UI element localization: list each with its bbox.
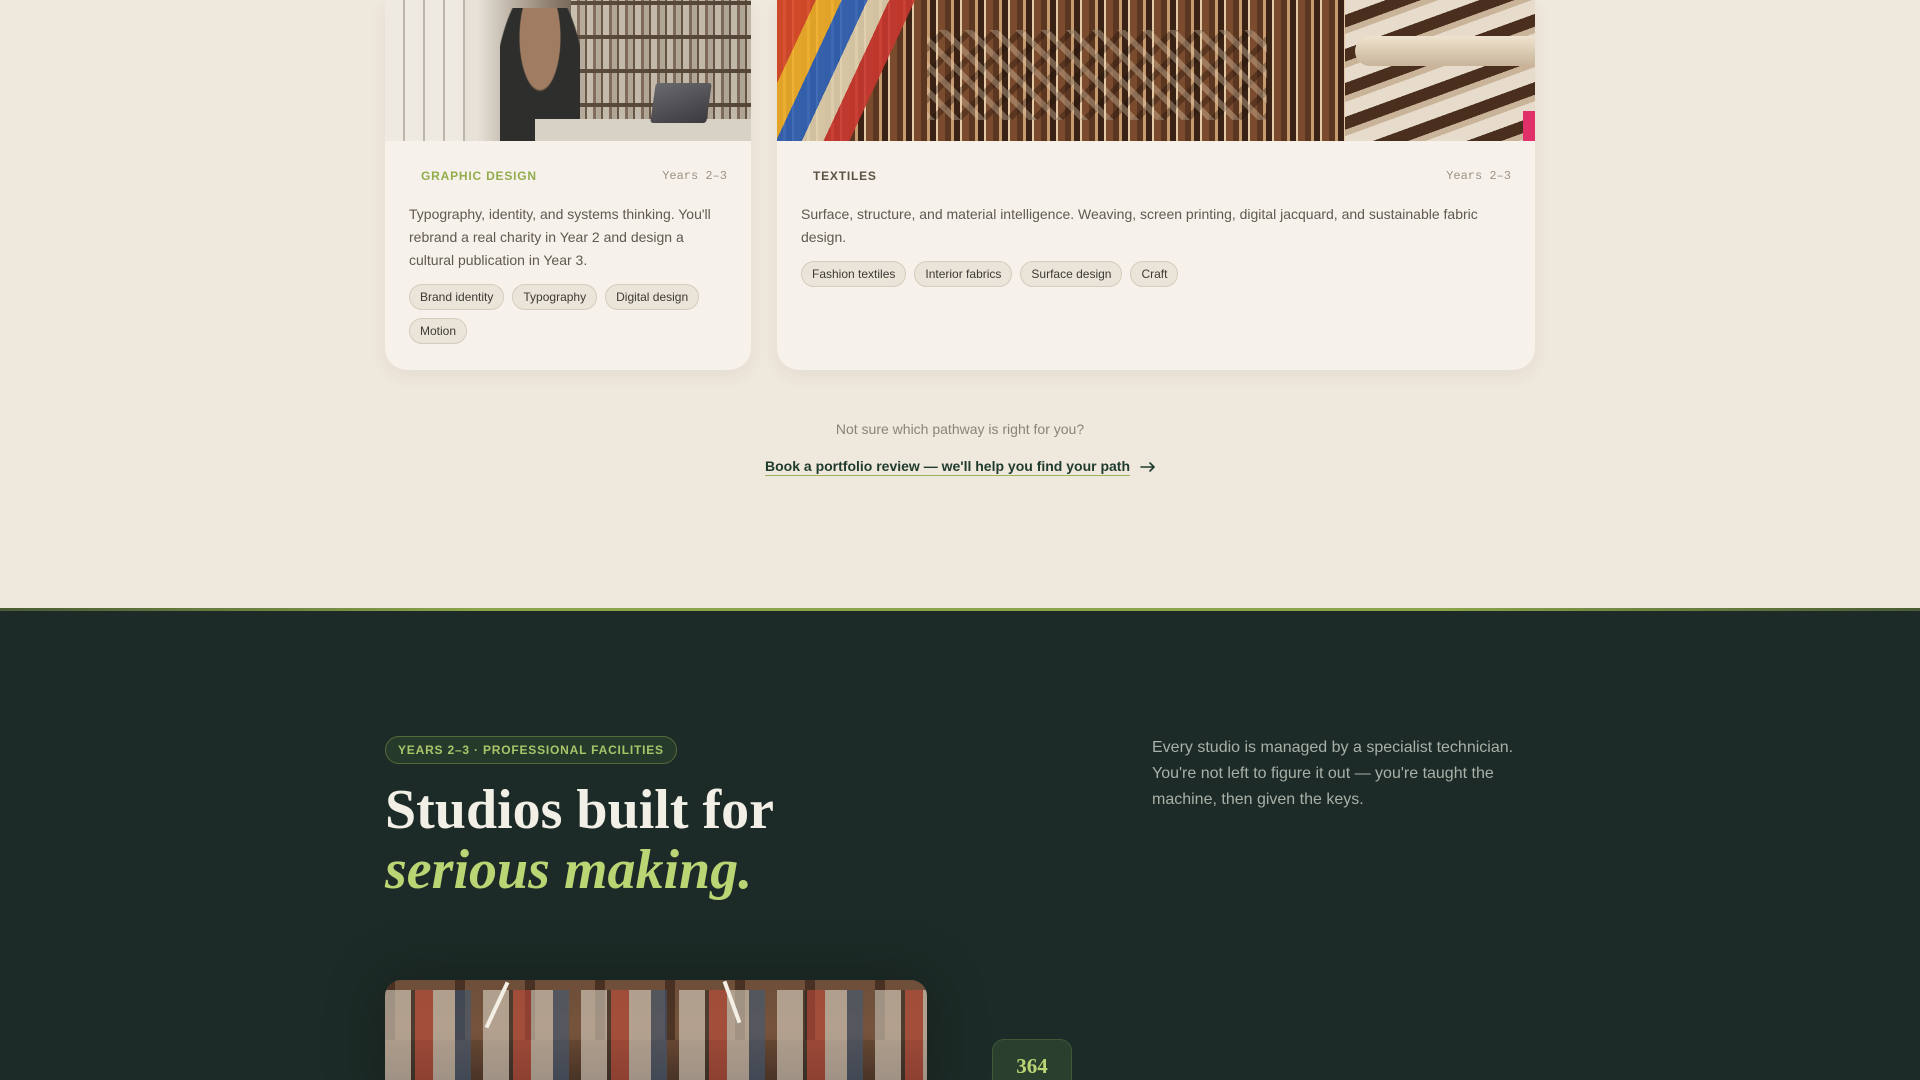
heading-line-1: Studios built for — [385, 779, 774, 841]
heading-line-2: serious making. — [385, 839, 753, 901]
pathway-description: Typography, identity, and systems thinki… — [409, 206, 711, 268]
pathway-pills: Fashion textiles Interior fabrics Surfac… — [801, 261, 1511, 287]
pathways-section: GRAPHIC DESIGN Years 2–3 Typography, ide… — [0, 0, 1920, 608]
pathway-years: Years 2–3 — [662, 169, 727, 183]
portfolio-review-cta[interactable]: Book a portfolio review — we'll help you… — [765, 458, 1156, 476]
pill-surface-design: Surface design — [1020, 261, 1123, 287]
pathway-question: Not sure which pathway is right for you? — [835, 421, 1085, 437]
pill-typography: Typography — [512, 284, 598, 310]
pathway-description: Surface, structure, and material intelli… — [801, 206, 1478, 245]
pathway-pills: Brand identity Typography Digital design… — [409, 284, 727, 344]
loom-roller-shape — [1355, 36, 1535, 66]
card-body: TEXTILES Years 2–3 Surface, structure, a… — [777, 141, 1535, 287]
pill-brand-identity: Brand identity — [409, 284, 505, 310]
stat-badge: 364 — [992, 1039, 1072, 1080]
cloth-shape — [1345, 0, 1535, 141]
desk-shape — [535, 119, 751, 141]
graphic-design-photo — [385, 0, 751, 141]
pill-digital-design: Digital design — [605, 284, 700, 310]
card-header: TEXTILES Years 2–3 — [801, 169, 1511, 183]
pink-thread-shape — [1523, 111, 1535, 141]
pill-interior-fabrics: Interior fabrics — [914, 261, 1013, 287]
woven-pattern-shape — [927, 30, 1267, 120]
arrow-right-icon[interactable] — [1140, 462, 1156, 472]
facilities-intro: Every studio is managed by a specialist … — [1152, 739, 1514, 808]
pathway-tag: GRAPHIC DESIGN — [421, 169, 537, 183]
pill-craft: Craft — [1130, 261, 1179, 287]
window-shape — [385, 0, 465, 141]
pathway-tag: TEXTILES — [813, 169, 877, 183]
pathway-card-textiles[interactable]: TEXTILES Years 2–3 Surface, structure, a… — [777, 0, 1535, 370]
card-body: GRAPHIC DESIGN Years 2–3 Typography, ide… — [385, 141, 751, 344]
facilities-heading: Studios built for serious making. — [385, 780, 774, 900]
facilities-section: YEARS 2–3 · PROFESSIONAL FACILITIES Stud… — [0, 608, 1920, 1080]
card-header: GRAPHIC DESIGN Years 2–3 — [409, 169, 727, 183]
pill-motion: Motion — [409, 318, 468, 344]
stat-value: 364 — [1016, 1054, 1048, 1078]
colored-threads-shape — [777, 0, 927, 141]
textiles-photo — [777, 0, 1535, 141]
portfolio-review-link[interactable]: Book a portfolio review — we'll help you… — [765, 458, 1131, 476]
facilities-eyebrow-badge: YEARS 2–3 · PROFESSIONAL FACILITIES — [385, 736, 677, 764]
pathway-years: Years 2–3 — [1446, 169, 1511, 183]
hanging-prints-shape — [385, 990, 927, 1080]
section-divider — [0, 608, 1920, 611]
pathway-card-graphic-design[interactable]: GRAPHIC DESIGN Years 2–3 Typography, ide… — [385, 0, 751, 370]
printmaking-studio-photo — [385, 980, 927, 1080]
laptop-icon — [650, 83, 712, 123]
pill-fashion-textiles: Fashion textiles — [801, 261, 907, 287]
